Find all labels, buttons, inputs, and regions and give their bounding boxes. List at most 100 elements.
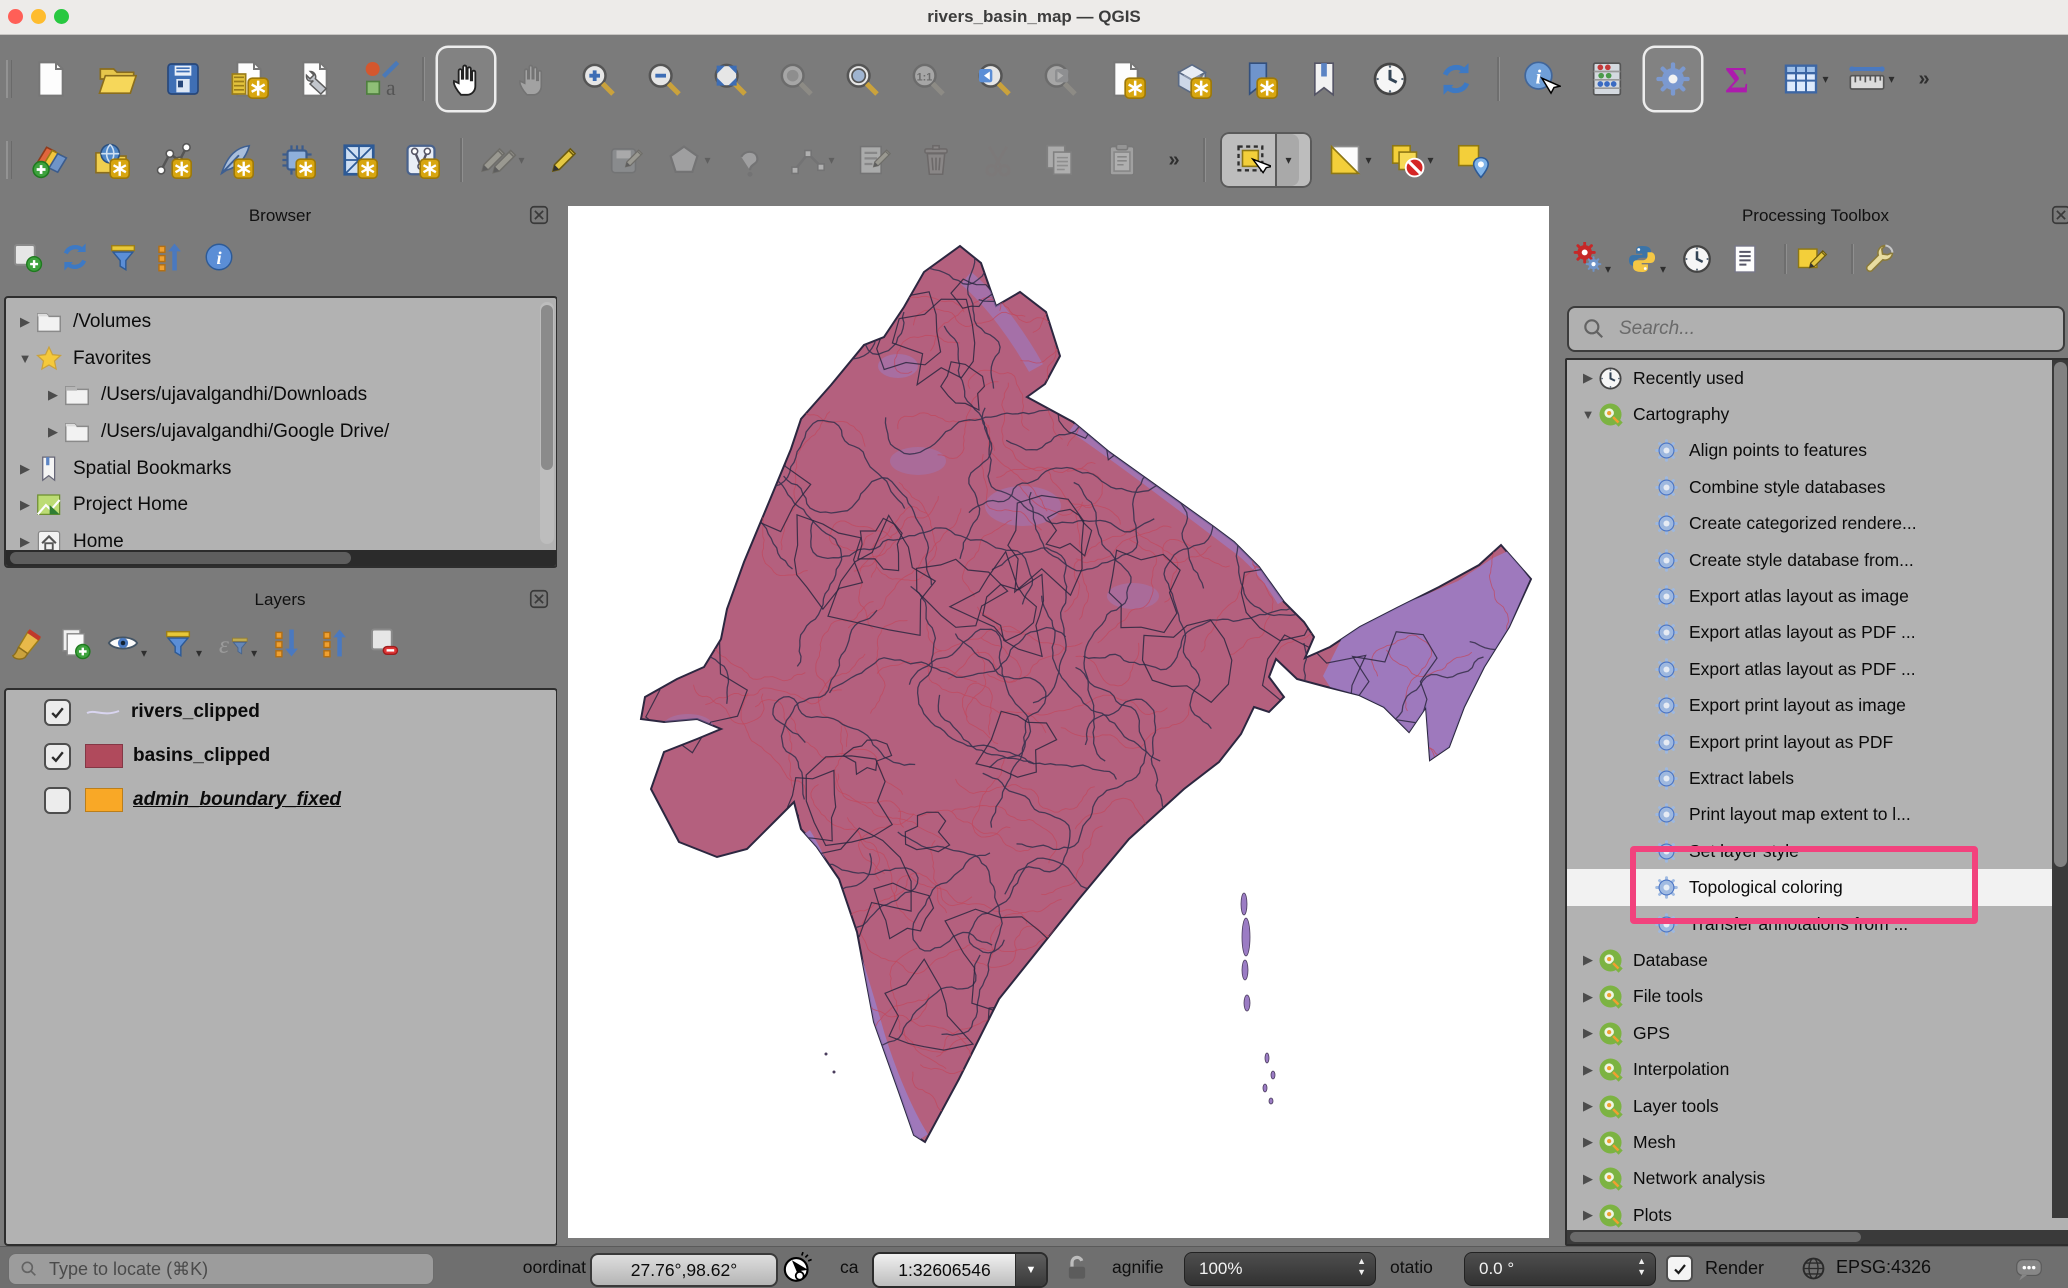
pan-to-selection-button[interactable]: [504, 48, 560, 110]
toolbox-group[interactable]: ▶Interpolation: [1567, 1051, 2052, 1087]
layers-close-icon[interactable]: [528, 588, 550, 610]
toolbox-group[interactable]: ▶Layer tools: [1567, 1088, 2052, 1124]
messages-bubble-icon[interactable]: [2008, 1255, 2050, 1283]
log-viewer-button[interactable]: [1728, 242, 1762, 276]
select-features-button[interactable]: ▾: [1220, 132, 1312, 188]
toolbox-group[interactable]: ▶Network analysis: [1567, 1161, 2052, 1197]
remove-layer-button[interactable]: [367, 626, 401, 660]
layer-styling-button[interactable]: [10, 626, 44, 660]
locate-input[interactable]: [47, 1258, 391, 1281]
add-selected-layer-button[interactable]: [10, 240, 44, 274]
toolbox-algorithm[interactable]: Combine style databases: [1567, 469, 2052, 505]
chevron-right-icon[interactable]: ▶: [1579, 1098, 1597, 1114]
attribute-table-button[interactable]: ▾: [1777, 48, 1833, 110]
layer-row[interactable]: basins_clipped: [6, 734, 556, 778]
dropdown-arrow-icon[interactable]: ▾: [1365, 153, 1371, 167]
zoom-to-layer-button[interactable]: [834, 48, 890, 110]
new-shapefile-layer-button[interactable]: [148, 132, 198, 188]
horizontal-scrollbar[interactable]: [1567, 1230, 2068, 1244]
new-geopackage-layer-button[interactable]: [86, 132, 136, 188]
dropdown-arrow-icon[interactable]: ▾: [196, 646, 202, 660]
layer-visibility-checkbox[interactable]: [44, 743, 71, 770]
toggle-editing-button[interactable]: [539, 132, 589, 188]
dropdown-arrow-icon[interactable]: ▾: [141, 646, 147, 660]
pan-map-button[interactable]: [438, 48, 494, 110]
rotation-spinner[interactable]: 0.0 ° ▲▼: [1464, 1252, 1656, 1286]
crs-status[interactable]: EPSG:4326: [1836, 1257, 1931, 1278]
zoom-to-selection-button[interactable]: [768, 48, 824, 110]
save-project-button[interactable]: [155, 48, 211, 110]
new-spatialite-layer-button[interactable]: [210, 132, 260, 188]
toolbox-group[interactable]: ▶GPS: [1567, 1015, 2052, 1051]
toolbox-algorithm[interactable]: Export atlas layout as PDF ...: [1567, 651, 2052, 687]
vertex-tool-button[interactable]: ▾: [787, 132, 837, 188]
refresh-browser-button[interactable]: [58, 240, 92, 274]
collapse-all-layers-button[interactable]: [319, 626, 353, 660]
toolbox-algorithm[interactable]: Create style database from...: [1567, 542, 2052, 578]
layer-row[interactable]: rivers_clipped: [6, 690, 556, 734]
copy-features-button[interactable]: [1035, 132, 1085, 188]
paste-features-button[interactable]: [1097, 132, 1147, 188]
toolbar-overflow-button[interactable]: »: [1909, 48, 1939, 110]
modify-attributes-button[interactable]: [849, 132, 899, 188]
crs-globe-icon[interactable]: [1800, 1255, 1827, 1282]
chevron-right-icon[interactable]: ▶: [44, 387, 62, 403]
chevron-down-icon[interactable]: ▼: [1579, 407, 1597, 422]
chevron-right-icon[interactable]: ▶: [44, 424, 62, 440]
chevron-right-icon[interactable]: ▶: [1579, 989, 1597, 1005]
new-mesh-layer-button[interactable]: [396, 132, 446, 188]
zoom-last-button[interactable]: [966, 48, 1022, 110]
processing-gears-button[interactable]: ▾: [1570, 242, 1611, 276]
layer-visibility-checkbox[interactable]: [44, 787, 71, 814]
chevron-right-icon[interactable]: ▶: [16, 534, 34, 550]
move-feature-button[interactable]: [725, 132, 775, 188]
chevron-right-icon[interactable]: ▶: [1579, 1171, 1597, 1187]
current-edits-button[interactable]: ▾: [477, 132, 527, 188]
zoom-out-button[interactable]: [636, 48, 692, 110]
toolbox-algorithm[interactable]: Export print layout as image: [1567, 688, 2052, 724]
toolbox-group[interactable]: ▶Plots: [1567, 1197, 2052, 1233]
toolbox-algorithm[interactable]: Export atlas layout as PDF ...: [1567, 615, 2052, 651]
toolbox-algorithm[interactable]: Extract labels: [1567, 760, 2052, 796]
spinner-arrows-icon[interactable]: ▲▼: [1637, 1256, 1646, 1278]
dropdown-arrow-icon[interactable]: ▾: [1427, 153, 1433, 167]
refresh-map-button[interactable]: [1428, 48, 1484, 110]
new-3d-map-view-button[interactable]: [1164, 48, 1220, 110]
options-wrench-button[interactable]: [1862, 242, 1896, 276]
chevron-right-icon[interactable]: ▶: [16, 314, 34, 330]
show-layout-manager-button[interactable]: [287, 48, 343, 110]
toolbox-group[interactable]: ▼Cartography: [1567, 396, 2052, 432]
render-toggle[interactable]: Render: [1666, 1255, 1764, 1282]
filter-expression-button[interactable]: ε▾: [216, 626, 257, 660]
layer-visibility-checkbox[interactable]: [44, 699, 71, 726]
toolbox-algorithm[interactable]: Print layout map extent to l...: [1567, 797, 2052, 833]
history-clock-button[interactable]: [1680, 242, 1714, 276]
extent-toggle-icon[interactable]: [782, 1251, 816, 1285]
dropdown-arrow-icon[interactable]: ▾: [704, 153, 710, 167]
identify-features-button[interactable]: i: [1513, 48, 1569, 110]
dropdown-arrow-icon[interactable]: ▾: [828, 153, 834, 167]
new-spatial-bookmark-button[interactable]: [1230, 48, 1286, 110]
cut-features-button[interactable]: [973, 132, 1023, 188]
field-calculator-button[interactable]: [1579, 48, 1635, 110]
edit-features-in-place-button[interactable]: [1795, 242, 1829, 276]
style-manager-button[interactable]: a: [353, 48, 409, 110]
browser-item[interactable]: ▼Favorites: [6, 341, 538, 378]
chevron-right-icon[interactable]: ▶: [1579, 1207, 1597, 1223]
toolbox-algorithm[interactable]: Create categorized rendere...: [1567, 506, 2052, 542]
chevron-right-icon[interactable]: ▶: [1579, 1062, 1597, 1078]
browser-close-icon[interactable]: [528, 204, 550, 226]
scale-dropdown-icon[interactable]: ▼: [1015, 1254, 1046, 1286]
layer-row[interactable]: admin_boundary_fixed: [6, 778, 556, 822]
dropdown-arrow-icon[interactable]: ▾: [1888, 72, 1894, 86]
chevron-right-icon[interactable]: ▶: [1579, 1025, 1597, 1041]
new-virtual-layer-button[interactable]: [334, 132, 384, 188]
select-by-location-button[interactable]: [1448, 132, 1498, 188]
open-project-button[interactable]: [89, 48, 145, 110]
lock-scale-icon[interactable]: [1062, 1253, 1092, 1283]
filter-legend-button[interactable]: ▾: [161, 626, 202, 660]
new-print-layout-button[interactable]: [221, 48, 277, 110]
data-source-manager-button[interactable]: [24, 132, 74, 188]
chevron-right-icon[interactable]: ▶: [1579, 1134, 1597, 1150]
new-temporary-scratch-layer-button[interactable]: [272, 132, 322, 188]
